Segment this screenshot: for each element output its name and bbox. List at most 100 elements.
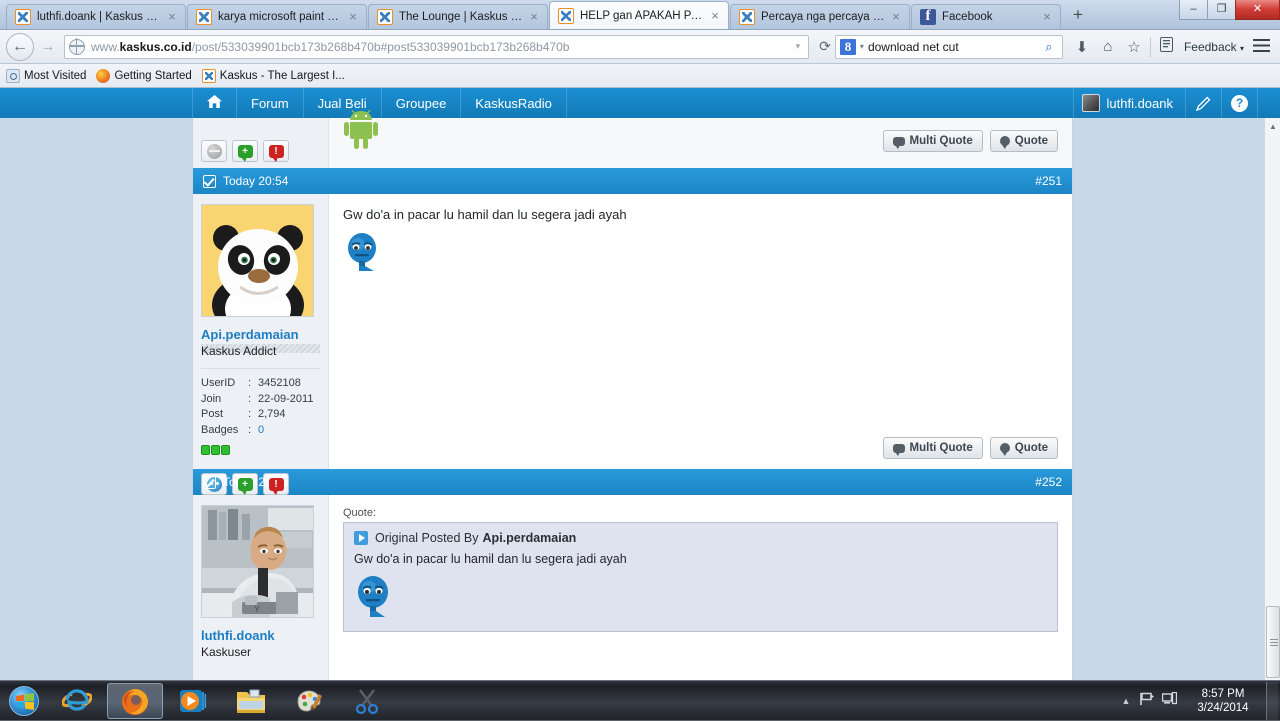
- nav-item-forum[interactable]: Forum: [237, 88, 304, 118]
- chevron-down-icon[interactable]: ▾: [856, 42, 868, 51]
- clock[interactable]: 8:57 PM 3/24/2014: [1180, 687, 1266, 715]
- search-bar[interactable]: 8 ▾ download net cut ⌕: [834, 34, 1063, 59]
- hamburger-menu-icon[interactable]: [1248, 38, 1274, 55]
- bookmark-star-icon[interactable]: ☆: [1121, 38, 1147, 56]
- file-explorer-icon: [237, 689, 265, 713]
- quote-button[interactable]: Quote: [989, 130, 1058, 152]
- back-button[interactable]: ←: [6, 32, 34, 61]
- avatar[interactable]: Y: [201, 505, 314, 618]
- chat-bubble-icon: [892, 443, 905, 456]
- stat-value: 2,794: [258, 408, 286, 420]
- close-icon[interactable]: ×: [1040, 10, 1054, 24]
- report-post-icon[interactable]: !: [263, 140, 289, 162]
- minimize-button[interactable]: –: [1179, 0, 1208, 20]
- feedback-button[interactable]: Feedback ▾: [1180, 40, 1248, 54]
- user-menu-button[interactable]: luthfi.doank: [1072, 88, 1186, 118]
- quote-attribution-user[interactable]: Api.perdamaian: [483, 531, 577, 545]
- post-author-link[interactable]: Api.perdamaian: [201, 327, 320, 342]
- bookmark-getting-started[interactable]: Getting Started: [96, 68, 192, 83]
- show-hidden-icons-button[interactable]: ▲: [1116, 696, 1136, 706]
- search-input[interactable]: download net cut: [868, 40, 1040, 54]
- scroll-up-arrow-icon[interactable]: ▲: [1265, 118, 1280, 135]
- bookmark-kaskus[interactable]: Kaskus - The Largest I...: [201, 68, 345, 83]
- browser-tab[interactable]: Percaya nga percaya 9 k... ×: [730, 4, 910, 29]
- nav-item-groupee[interactable]: Groupee: [382, 88, 462, 118]
- page-viewport: Forum Jual Beli Groupee KaskusRadio luth…: [0, 88, 1280, 688]
- compose-pencil-icon[interactable]: [1186, 88, 1222, 118]
- user-stat-userid: UserID : 3452108: [201, 376, 320, 392]
- post-number[interactable]: #251: [1035, 174, 1062, 188]
- post-number[interactable]: #252: [1035, 475, 1062, 489]
- taskbar-windows-media-player[interactable]: [165, 683, 221, 719]
- taskbar-snipping-tool[interactable]: [339, 683, 395, 719]
- kung-fu-panda-avatar: [202, 205, 313, 316]
- forward-button[interactable]: →: [36, 35, 60, 59]
- multi-quote-button[interactable]: Multi Quote: [882, 437, 983, 459]
- firefox-icon: [122, 688, 148, 715]
- home-icon[interactable]: ⌂: [1095, 38, 1121, 55]
- action-center-flag-icon[interactable]: [1136, 692, 1158, 709]
- bookmark-label: Most Visited: [24, 69, 87, 82]
- chevron-down-icon[interactable]: ▾: [790, 41, 806, 52]
- scrollbar-thumb[interactable]: [1266, 606, 1280, 678]
- show-desktop-button[interactable]: [1266, 681, 1278, 720]
- browser-tab[interactable]: karya microsoft paint an... ×: [187, 4, 367, 29]
- google-search-engine-icon[interactable]: 8: [839, 38, 856, 55]
- close-icon[interactable]: ×: [527, 10, 541, 24]
- taskbar-firefox[interactable]: [107, 682, 163, 719]
- network-icon[interactable]: [1158, 691, 1180, 709]
- taskbar-paint[interactable]: [281, 683, 337, 719]
- help-button[interactable]: ?: [1222, 88, 1258, 118]
- browser-tab-active[interactable]: HELP gan APAKAH PAC... ×: [549, 1, 729, 29]
- close-icon[interactable]: ×: [708, 9, 722, 23]
- browser-tab[interactable]: The Lounge | Kaskus - T... ×: [368, 4, 548, 29]
- post: Y luthfi.doank Kaskuser Quote: Original …: [193, 495, 1072, 688]
- give-reputation-icon[interactable]: +: [232, 140, 258, 162]
- maximize-button[interactable]: ❐: [1207, 0, 1236, 20]
- browser-tab[interactable]: Facebook ×: [911, 4, 1061, 29]
- address-bar[interactable]: www.kaskus.co.id/post/533039901bcb173b26…: [64, 34, 809, 59]
- tab-strip: luthfi.doank | Kaskus - T... × karya mic…: [0, 0, 1280, 30]
- checkbox-icon[interactable]: [203, 174, 216, 188]
- checkbox-icon[interactable]: [203, 475, 216, 489]
- browser-tab[interactable]: luthfi.doank | Kaskus - T... ×: [6, 4, 186, 29]
- thread-area: + ! Multi Quote Quote Today 20:54 #251 A…: [0, 110, 1280, 688]
- close-icon[interactable]: ×: [346, 10, 360, 24]
- close-icon[interactable]: ×: [165, 10, 179, 24]
- badge-icon: [221, 445, 230, 455]
- post-partial-top: + ! Multi Quote Quote: [193, 110, 1072, 168]
- taskbar-internet-explorer[interactable]: [49, 683, 105, 719]
- reload-icon[interactable]: ⟳: [815, 38, 835, 55]
- post-sidebar: Y luthfi.doank Kaskuser: [193, 495, 329, 688]
- multi-quote-label: Multi Quote: [909, 135, 973, 147]
- post-author-link[interactable]: luthfi.doank: [201, 628, 320, 643]
- close-icon[interactable]: ×: [889, 10, 903, 24]
- url-text: www.kaskus.co.id/post/533039901bcb173b26…: [91, 40, 790, 54]
- download-icon[interactable]: ⬇: [1069, 38, 1095, 56]
- close-window-button[interactable]: ✕: [1235, 0, 1280, 20]
- search-icon[interactable]: ⌕: [1040, 39, 1058, 55]
- system-tray: ▲ 8:57 PM 3/24/2014: [1116, 681, 1280, 721]
- nav-item-kaskusradio[interactable]: KaskusRadio: [461, 88, 567, 118]
- avatar[interactable]: [201, 204, 314, 317]
- post-quote-buttons: Multi Quote Quote: [882, 130, 1058, 152]
- bored-blue-smiley-icon: [354, 574, 1047, 621]
- quote-arrow-icon[interactable]: [354, 531, 368, 545]
- page-scrollbar[interactable]: ▲ ▼: [1264, 118, 1280, 688]
- start-button[interactable]: [0, 682, 48, 720]
- user-profile-disabled-icon[interactable]: [201, 140, 227, 162]
- taskbar-file-explorer[interactable]: [223, 683, 279, 719]
- library-icon[interactable]: [1154, 37, 1180, 56]
- stat-label: Post: [201, 408, 224, 420]
- new-tab-button[interactable]: +: [1066, 4, 1090, 28]
- user-title-wrap: Kaskus Addict: [201, 344, 320, 360]
- bookmark-most-visited[interactable]: Most Visited: [6, 68, 87, 83]
- post-text: Gw do'a in pacar lu hamil dan lu segera …: [343, 207, 627, 222]
- multi-quote-button[interactable]: Multi Quote: [882, 130, 983, 152]
- stat-colon: :: [248, 377, 252, 389]
- stat-value[interactable]: 0: [258, 423, 264, 439]
- quote-button[interactable]: Quote: [989, 437, 1058, 459]
- stat-colon: :: [248, 423, 252, 436]
- nav-home-button[interactable]: [192, 88, 237, 118]
- user-title: Kaskus Addict: [201, 344, 277, 358]
